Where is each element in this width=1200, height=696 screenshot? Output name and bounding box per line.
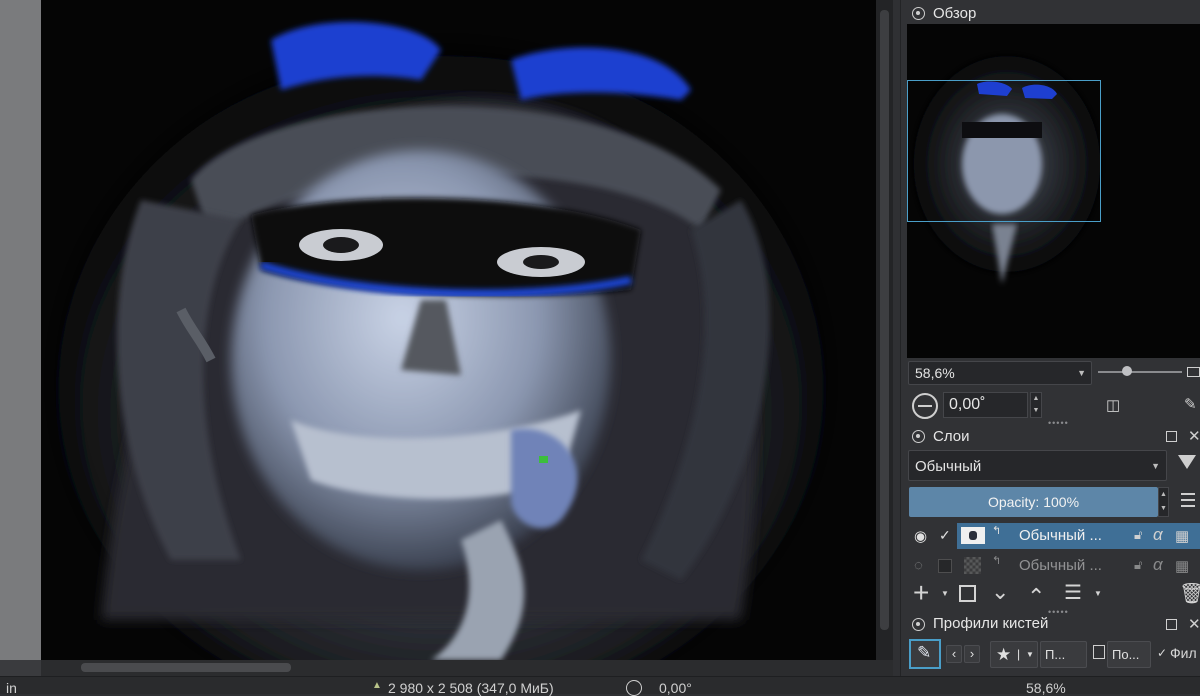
overview-title: Обзор [933,5,977,22]
layer-properties-icon[interactable]: ☰ [1064,580,1082,605]
pin-icon[interactable]: ✎ [1184,395,1197,413]
canvas-horizontal-scrollbar[interactable] [41,660,893,676]
preset-tags-label: П... [1045,647,1066,662]
lock-icon[interactable]: 🔓︎ [1134,557,1142,573]
layer-row[interactable]: ◉ ✓ ↰ Обычный ... 🔓︎ α ▦ [907,523,1200,549]
current-brush-preset[interactable]: ✎ [909,639,941,669]
fit-view-icon[interactable] [1187,367,1200,377]
brushes-panel-icon [912,618,925,631]
chevron-down-icon[interactable]: ▼ [1094,589,1102,598]
add-layer-icon[interactable]: + [913,579,929,607]
status-left-text: in [6,680,17,696]
canvas-gutter [0,0,41,660]
document-icon [1093,645,1105,659]
lock-icon[interactable]: 🔓︎ [1134,527,1142,543]
move-layer-down-icon[interactable]: ⌄ [991,579,1009,605]
inherit-alpha-icon[interactable]: ▦ [1175,557,1189,575]
rotation-field[interactable]: 0,00˚ [943,392,1028,418]
opacity-slider[interactable]: Opacity: 100% [909,487,1158,517]
zoom-slider-handle[interactable] [1122,366,1132,376]
brush-icon: ✎ [917,643,932,662]
close-icon[interactable]: ✕ [1188,429,1200,444]
chevron-down-icon: ▼ [1151,461,1160,471]
mirror-view-icon[interactable]: ◫ [1106,396,1120,414]
vscroll-thumb[interactable] [880,10,889,630]
layers-panel-icon [912,430,925,443]
brushes-title: Профили кистей [933,615,1049,632]
layer-type-icon: ↰ [992,555,1002,567]
search-preset-label: По... [1112,647,1140,662]
search-preset-field[interactable]: По... [1107,641,1151,668]
status-zoom[interactable]: 58,6% [1026,680,1066,696]
status-bar: in ▲ 2 980 x 2 508 (347,0 МиБ) 0,00° 58,… [0,676,1200,696]
star-icon: ★ [996,645,1012,664]
blend-mode-combo[interactable]: Обычный ▼ [908,450,1167,481]
hidden-eye-icon[interactable]: ◌ [914,557,923,574]
overview-view-rectangle[interactable] [907,80,1101,222]
layer-name: Обычный ... [1019,557,1102,574]
layer-thumbnail [964,557,981,574]
filter-label[interactable]: Фил [1170,645,1197,661]
chevron-down-icon[interactable]: ▼ [941,589,949,598]
close-icon[interactable]: ✕ [1188,617,1200,632]
image-size: 2 980 x 2 508 (347,0 МиБ) [388,680,554,696]
preset-tags-button[interactable]: П... [1040,641,1087,668]
alpha-lock-icon[interactable]: α [1153,555,1163,575]
splitter-handle[interactable]: ••••• [1048,607,1069,617]
favorites-button[interactable]: ★ | ▼ [990,641,1038,668]
layer-row[interactable]: ◌ ↰ Обычный ... 🔓︎ α ▦ [907,553,1200,579]
drawing-canvas[interactable] [41,0,893,660]
rotation-value: 0,00˚ [949,396,986,413]
duplicate-layer-icon[interactable] [959,585,976,602]
splitter-handle[interactable]: ••••• [1048,418,1069,428]
alpha-lock-icon[interactable]: α [1153,525,1163,545]
artwork-skull-helmet [41,0,893,660]
filter-icon[interactable] [1178,455,1196,469]
inherit-alpha-icon[interactable]: ▦ [1175,527,1189,545]
chevron-down-icon: ▼ [1077,368,1086,378]
chevron-down-icon: ▼ [1026,650,1034,659]
zoom-slider-track[interactable] [1098,371,1182,373]
rotation-icon[interactable] [626,680,642,696]
delete-layer-icon[interactable]: 🗑︎ [1179,581,1200,606]
chevron-right-icon: › [969,646,975,661]
eye-icon[interactable]: ◉ [914,527,927,545]
chevron-left-icon: ‹ [951,646,957,661]
layer-name: Обычный ... [1019,527,1102,544]
previous-preset-button[interactable]: ‹ [946,645,962,663]
float-panel-icon[interactable] [1166,619,1177,630]
zoom-combo[interactable]: 58,6% ▼ [908,361,1092,385]
rotation-spinner[interactable]: ▲ ▼ [1030,392,1042,418]
move-layer-up-icon[interactable]: ⌃ [1027,584,1045,610]
checkbox-icon[interactable] [938,559,952,573]
tag-separator: | [1017,647,1021,661]
layer-thumbnail [961,527,985,544]
menu-icon[interactable] [1181,493,1195,507]
layer-type-icon: ↰ [992,525,1002,537]
hscroll-thumb[interactable] [81,663,291,672]
next-preset-button[interactable]: › [964,645,980,663]
filter-checkmark-icon[interactable]: ✓ [1157,646,1167,660]
status-rotation: 0,00° [659,680,692,696]
zoom-value: 58,6% [915,365,955,381]
layers-title: Слои [933,428,970,445]
float-panel-icon[interactable] [1166,431,1177,442]
checkmark-icon[interactable]: ✓ [939,527,951,544]
opacity-spinner[interactable]: ▲ ▼ [1158,487,1169,517]
canvas-vertical-scrollbar[interactable] [876,0,893,660]
blend-mode-value: Обычный [915,458,982,475]
rotation-dial-icon[interactable] [912,393,938,419]
overview-panel-icon [912,7,925,20]
warning-icon: ▲ [372,680,382,691]
